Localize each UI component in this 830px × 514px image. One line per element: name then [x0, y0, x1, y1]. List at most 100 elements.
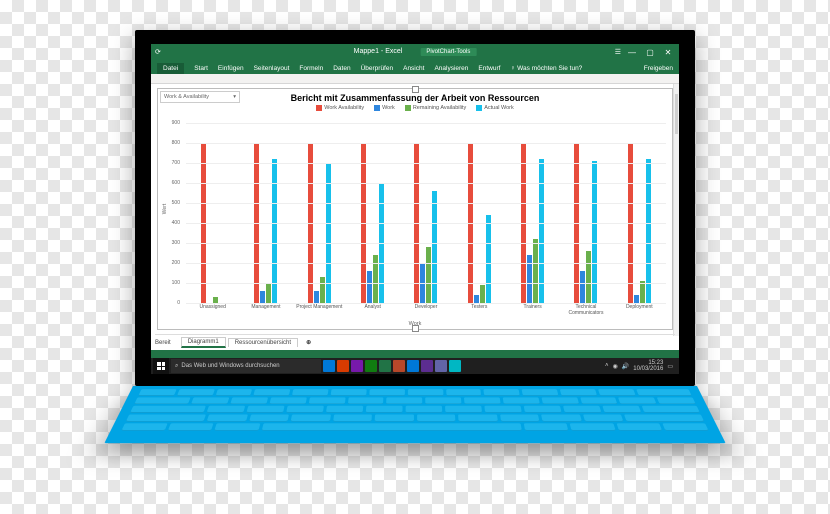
bar — [367, 271, 372, 303]
y-tick: 300 — [172, 240, 180, 246]
minimize-button[interactable]: — — [625, 47, 639, 57]
bar — [432, 191, 437, 303]
category-label: Developer — [399, 303, 452, 311]
taskbar-app-icon[interactable] — [393, 360, 405, 372]
bar-group: Project Management — [293, 123, 346, 303]
bar — [580, 271, 585, 303]
y-tick: 800 — [172, 140, 180, 146]
chart-sheet: Work & Availability ▾ Bericht mit Zusamm… — [151, 84, 679, 350]
search-placeholder: Das Web und Windows durchsuchen — [181, 363, 279, 369]
bar — [320, 277, 325, 303]
bar-group: Developer — [399, 123, 452, 303]
volume-icon[interactable]: 🔊 — [622, 363, 629, 370]
category-label: Management — [239, 303, 292, 311]
bar — [260, 291, 265, 303]
taskbar-app-icon[interactable] — [421, 360, 433, 372]
ribbon-tabs: Datei Start Einfügen Seitenlayout Formel… — [151, 60, 679, 74]
account-icon[interactable]: ☰ — [615, 48, 621, 56]
legend-item: Remaining Availability — [405, 105, 466, 111]
type-cover-keyboard — [104, 386, 725, 443]
notifications-icon[interactable]: ▭ — [667, 363, 673, 370]
bar-group: Analyst — [346, 123, 399, 303]
vertical-scrollbar[interactable] — [673, 84, 679, 336]
taskbar-app-icons — [323, 360, 461, 372]
bar — [634, 295, 639, 303]
taskbar-app-icon[interactable] — [365, 360, 377, 372]
taskbar-app-icon[interactable] — [337, 360, 349, 372]
bar-group: Trainers — [506, 123, 559, 303]
windows-logo-icon — [157, 362, 165, 370]
excel-titlebar: ⟳ Mappe1 - Excel PivotChart-Tools ☰ — ▢ … — [151, 44, 679, 60]
y-tick: 900 — [172, 120, 180, 126]
ribbon-tab[interactable]: Ansicht — [403, 65, 424, 74]
taskbar-app-icon[interactable] — [407, 360, 419, 372]
y-tick: 0 — [177, 300, 180, 306]
search-icon: ⌕ — [175, 363, 178, 370]
share-button[interactable]: Freigeben — [644, 65, 673, 74]
ribbon-body — [151, 74, 679, 84]
system-tray[interactable]: ˄ ◉ 🔊 15:23 10/03/2016 ▭ — [605, 360, 677, 372]
tell-me-search[interactable]: ♀ Was möchten Sie tun? — [510, 65, 582, 74]
windows-taskbar: ⌕ Das Web und Windows durchsuchen ˄ ◉ 🔊 … — [151, 358, 679, 374]
taskbar-app-icon[interactable] — [351, 360, 363, 372]
tray-chevron-icon[interactable]: ˄ — [605, 363, 609, 369]
network-icon[interactable]: ◉ — [613, 363, 618, 370]
y-tick: 400 — [172, 220, 180, 226]
bar-group: Technical Communicators — [559, 123, 612, 303]
ribbon-tab[interactable]: Seitenlayout — [254, 65, 290, 74]
taskbar-app-icon[interactable] — [435, 360, 447, 372]
bar — [314, 291, 319, 303]
bar — [272, 159, 277, 303]
excel-statusbar — [151, 350, 679, 358]
bar — [586, 251, 591, 303]
y-tick: 700 — [172, 160, 180, 166]
bar — [426, 247, 431, 303]
pivot-filter-dropdown[interactable]: Work & Availability ▾ — [160, 91, 240, 103]
close-button[interactable]: ✕ — [661, 47, 675, 57]
bar-group: Management — [239, 123, 292, 303]
taskbar-search[interactable]: ⌕ Das Web und Windows durchsuchen — [171, 359, 321, 373]
y-axis-ticks: 0100200300400500600700800900 — [158, 123, 182, 303]
chevron-down-icon: ▾ — [233, 94, 236, 100]
bar — [474, 295, 479, 303]
status-label: Bereit — [155, 340, 171, 346]
category-label: Technical Communicators — [559, 303, 612, 316]
maximize-button[interactable]: ▢ — [643, 47, 657, 57]
bar — [266, 283, 271, 303]
category-label: Project Management — [293, 303, 346, 311]
sheet-tab[interactable]: Diagramm1 — [181, 337, 226, 348]
surface-device-mockup: ⟳ Mappe1 - Excel PivotChart-Tools ☰ — ▢ … — [135, 30, 695, 484]
legend-item: Work Availability — [316, 105, 364, 111]
bar-group: Testers — [453, 123, 506, 303]
bar-group: Deployment — [613, 123, 666, 303]
category-label: Unassigned — [186, 303, 239, 311]
pivot-chart[interactable]: Work & Availability ▾ Bericht mit Zusamm… — [157, 88, 673, 330]
ribbon-tab[interactable]: Analysieren — [434, 65, 468, 74]
file-tab[interactable]: Datei — [157, 63, 184, 74]
taskbar-app-icon[interactable] — [323, 360, 335, 372]
add-sheet-button[interactable]: ⊕ — [300, 338, 317, 347]
ribbon-tab[interactable]: Daten — [333, 65, 350, 74]
autosave-icon: ⟳ — [155, 48, 161, 56]
ribbon-tab[interactable]: Entwurf — [478, 65, 500, 74]
ribbon-tab[interactable]: Überprüfen — [361, 65, 394, 74]
ribbon-tab[interactable]: Formeln — [299, 65, 323, 74]
sheet-tab[interactable]: Ressourcenübersicht — [228, 338, 298, 347]
bar — [640, 281, 645, 303]
chart-legend: Work Availability Work Remaining Availab… — [158, 105, 672, 113]
clock-date: 10/03/2016 — [633, 366, 663, 372]
taskbar-app-icon[interactable] — [449, 360, 461, 372]
document-title: Mappe1 - Excel — [354, 48, 403, 56]
bar — [486, 215, 491, 303]
taskbar-app-icon[interactable] — [379, 360, 391, 372]
y-tick: 100 — [172, 280, 180, 286]
excel-window: ⟳ Mappe1 - Excel PivotChart-Tools ☰ — ▢ … — [151, 44, 679, 374]
start-button[interactable] — [153, 358, 169, 374]
chart-plot-area: UnassignedManagementProject ManagementAn… — [186, 123, 666, 303]
category-label: Testers — [453, 303, 506, 311]
y-tick: 200 — [172, 260, 180, 266]
ribbon-tab[interactable]: Start — [194, 65, 208, 74]
contextual-tab-label: PivotChart-Tools — [420, 48, 476, 56]
ribbon-tab[interactable]: Einfügen — [218, 65, 244, 74]
bar — [539, 159, 544, 303]
